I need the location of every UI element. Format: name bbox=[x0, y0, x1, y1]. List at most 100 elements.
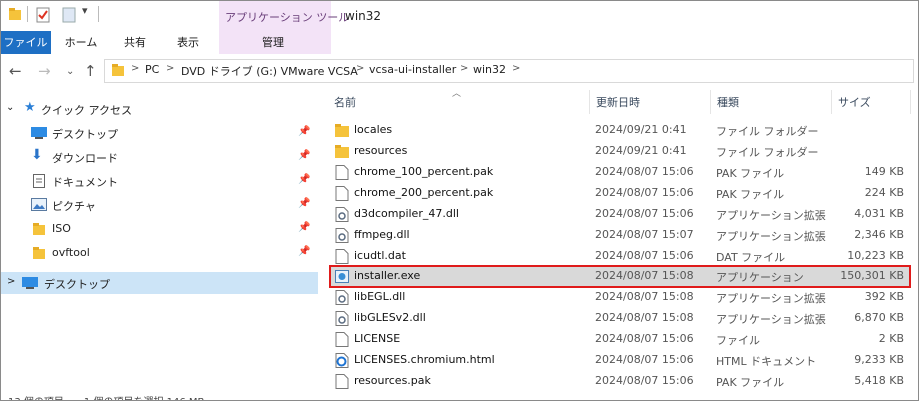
file-date: 2024/08/07 15:06 bbox=[595, 186, 694, 199]
file-row-license[interactable]: LICENSE 2024/08/07 15:06 ファイル 2 KB bbox=[330, 329, 910, 350]
file-name: d3dcompiler_47.dll bbox=[354, 207, 459, 220]
file-size: 10,223 KB bbox=[847, 249, 904, 262]
file-row-ffmpeg[interactable]: ffmpeg.dll 2024/08/07 15:07 アプリケーション拡張 2… bbox=[330, 225, 910, 246]
sort-ascending-icon: ︿ bbox=[452, 89, 462, 99]
column-divider[interactable] bbox=[589, 90, 590, 114]
chevron-right-icon[interactable]: > bbox=[512, 63, 520, 74]
file-date: 2024/08/07 15:06 bbox=[595, 207, 694, 220]
file-row-chrome-100[interactable]: chrome_100_percent.pak 2024/08/07 15:06 … bbox=[330, 162, 910, 183]
new-folder-icon[interactable] bbox=[62, 7, 76, 23]
file-row-libegl[interactable]: libEGL.dll 2024/08/07 15:08 アプリケーション拡張 3… bbox=[330, 287, 910, 308]
file-size: 4,031 KB bbox=[854, 207, 904, 220]
column-header-date[interactable]: 更新日時 bbox=[596, 94, 640, 110]
pin-icon[interactable]: 📌 bbox=[298, 126, 310, 137]
customize-toolbar-icon[interactable]: ▾ bbox=[82, 4, 88, 17]
file-row-resources-pak[interactable]: resources.pak 2024/08/07 15:06 PAK ファイル … bbox=[330, 371, 910, 392]
file-name: chrome_100_percent.pak bbox=[354, 165, 494, 178]
nav-item-pictures[interactable]: ピクチャ 📌 bbox=[0, 194, 318, 216]
forward-arrow-icon[interactable]: → bbox=[38, 62, 51, 80]
nav-item-desktop[interactable]: デスクトップ 📌 bbox=[0, 122, 318, 144]
folder-icon bbox=[112, 64, 124, 76]
file-row-chrome-200[interactable]: chrome_200_percent.pak 2024/08/07 15:06 … bbox=[330, 183, 910, 204]
breadcrumb-win32[interactable]: win32 bbox=[473, 63, 506, 76]
file-date: 2024/08/07 15:08 bbox=[595, 311, 694, 324]
pin-icon[interactable]: 📌 bbox=[298, 198, 310, 209]
context-tab-label[interactable]: アプリケーション ツール bbox=[225, 9, 349, 25]
file-type: PAK ファイル bbox=[716, 167, 785, 180]
nav-label-downloads: ダウンロード bbox=[52, 152, 118, 165]
file-type: アプリケーション拡張 bbox=[716, 313, 826, 326]
chevron-down-icon[interactable]: ⌄ bbox=[6, 102, 14, 113]
file-row-installer-exe[interactable]: installer.exe 2024/08/07 15:08 アプリケーション … bbox=[329, 265, 911, 288]
file-row-resources[interactable]: resources 2024/09/21 0:41 ファイル フォルダー bbox=[330, 141, 910, 162]
column-header-size[interactable]: サイズ bbox=[838, 94, 871, 110]
file-name: resources bbox=[354, 144, 408, 157]
nav-item-ovftool[interactable]: ovftool 📌 bbox=[0, 242, 318, 264]
folder-icon bbox=[33, 247, 45, 259]
file-size: 150,301 KB bbox=[840, 269, 904, 282]
tab-share[interactable]: 共有 bbox=[113, 31, 157, 54]
file-date: 2024/09/21 0:41 bbox=[595, 144, 687, 157]
address-bar[interactable]: > PC > DVD ドライブ (G:) VMware VCSA > vcsa-… bbox=[104, 59, 914, 83]
pin-icon[interactable]: 📌 bbox=[298, 246, 310, 257]
nav-item-desktop-root[interactable]: > デスクトップ bbox=[0, 272, 318, 294]
pin-icon[interactable]: 📌 bbox=[298, 174, 310, 185]
dll-gear-icon bbox=[335, 311, 349, 326]
recent-locations-icon[interactable]: ⌄ bbox=[66, 66, 74, 77]
tab-file[interactable]: ファイル bbox=[0, 31, 51, 54]
column-header-type[interactable]: 種類 bbox=[717, 94, 739, 110]
column-divider[interactable] bbox=[831, 90, 832, 114]
tab-view[interactable]: 表示 bbox=[166, 31, 210, 54]
column-header-name[interactable]: 名前 bbox=[334, 94, 356, 110]
pin-icon[interactable]: 📌 bbox=[298, 150, 310, 161]
column-divider[interactable] bbox=[910, 90, 911, 114]
file-date: 2024/08/07 15:08 bbox=[595, 269, 694, 282]
chevron-right-icon[interactable]: > bbox=[7, 276, 15, 287]
picture-icon bbox=[31, 198, 47, 211]
file-date: 2024/08/07 15:08 bbox=[595, 290, 694, 303]
column-divider[interactable] bbox=[710, 90, 711, 114]
dll-gear-icon bbox=[335, 207, 349, 222]
file-date: 2024/09/21 0:41 bbox=[595, 123, 687, 136]
file-row-d3dcompiler[interactable]: d3dcompiler_47.dll 2024/08/07 15:06 アプリケ… bbox=[330, 204, 910, 225]
breadcrumb-pc[interactable]: PC bbox=[145, 63, 159, 76]
file-date: 2024/08/07 15:06 bbox=[595, 249, 694, 262]
tab-manage[interactable]: 管理 bbox=[240, 31, 306, 54]
pin-icon[interactable]: 📌 bbox=[298, 222, 310, 233]
star-icon: ★ bbox=[24, 100, 36, 115]
file-row-icudtl[interactable]: icudtl.dat 2024/08/07 15:06 DAT ファイル 10,… bbox=[330, 246, 910, 267]
file-type: アプリケーション拡張 bbox=[716, 292, 826, 305]
properties-icon[interactable] bbox=[36, 7, 50, 23]
back-arrow-icon[interactable]: ← bbox=[9, 62, 22, 80]
installer-app-icon bbox=[335, 270, 349, 283]
file-row-licenses-chromium[interactable]: LICENSES.chromium.html 2024/08/07 15:06 … bbox=[330, 350, 910, 371]
file-name: libEGL.dll bbox=[354, 290, 406, 303]
folder-icon[interactable] bbox=[8, 7, 22, 23]
chevron-right-icon[interactable]: > bbox=[131, 63, 139, 74]
breadcrumb-vcsa-ui-installer[interactable]: vcsa-ui-installer bbox=[369, 63, 456, 76]
nav-item-downloads[interactable]: ⬇ ダウンロード 📌 bbox=[0, 146, 318, 168]
up-arrow-icon[interactable]: ↑ bbox=[84, 62, 97, 80]
chevron-right-icon[interactable]: > bbox=[460, 63, 468, 74]
nav-item-quick-access[interactable]: ⌄ ★ クイック アクセス bbox=[0, 98, 318, 120]
tab-home[interactable]: ホーム bbox=[57, 31, 105, 54]
chevron-right-icon[interactable]: > bbox=[166, 63, 174, 74]
file-size: 6,870 KB bbox=[854, 311, 904, 324]
breadcrumb-dvd-drive[interactable]: DVD ドライブ (G:) VMware VCSA bbox=[181, 63, 358, 79]
file-row-locales[interactable]: locales 2024/09/21 0:41 ファイル フォルダー bbox=[330, 120, 910, 141]
chevron-right-icon[interactable]: > bbox=[356, 63, 364, 74]
file-name: LICENSE bbox=[354, 332, 401, 345]
file-name: chrome_200_percent.pak bbox=[354, 186, 494, 199]
nav-item-iso[interactable]: ISO 📌 bbox=[0, 218, 318, 240]
nav-label-quick-access: クイック アクセス bbox=[41, 104, 132, 117]
folder-icon bbox=[335, 124, 349, 137]
status-bar: 13 個の項目 1 個の項目を選択 146 MB bbox=[0, 391, 919, 401]
file-name: installer.exe bbox=[354, 269, 421, 282]
file-size: 2,346 KB bbox=[854, 228, 904, 241]
nav-item-documents[interactable]: ドキュメント 📌 bbox=[0, 170, 318, 192]
document-icon bbox=[33, 174, 45, 188]
file-type: ファイル bbox=[716, 334, 760, 347]
file-row-libglesv2[interactable]: libGLESv2.dll 2024/08/07 15:08 アプリケーション拡… bbox=[330, 308, 910, 329]
folder-icon bbox=[33, 223, 45, 235]
nav-label-desktop-root: デスクトップ bbox=[44, 278, 110, 291]
